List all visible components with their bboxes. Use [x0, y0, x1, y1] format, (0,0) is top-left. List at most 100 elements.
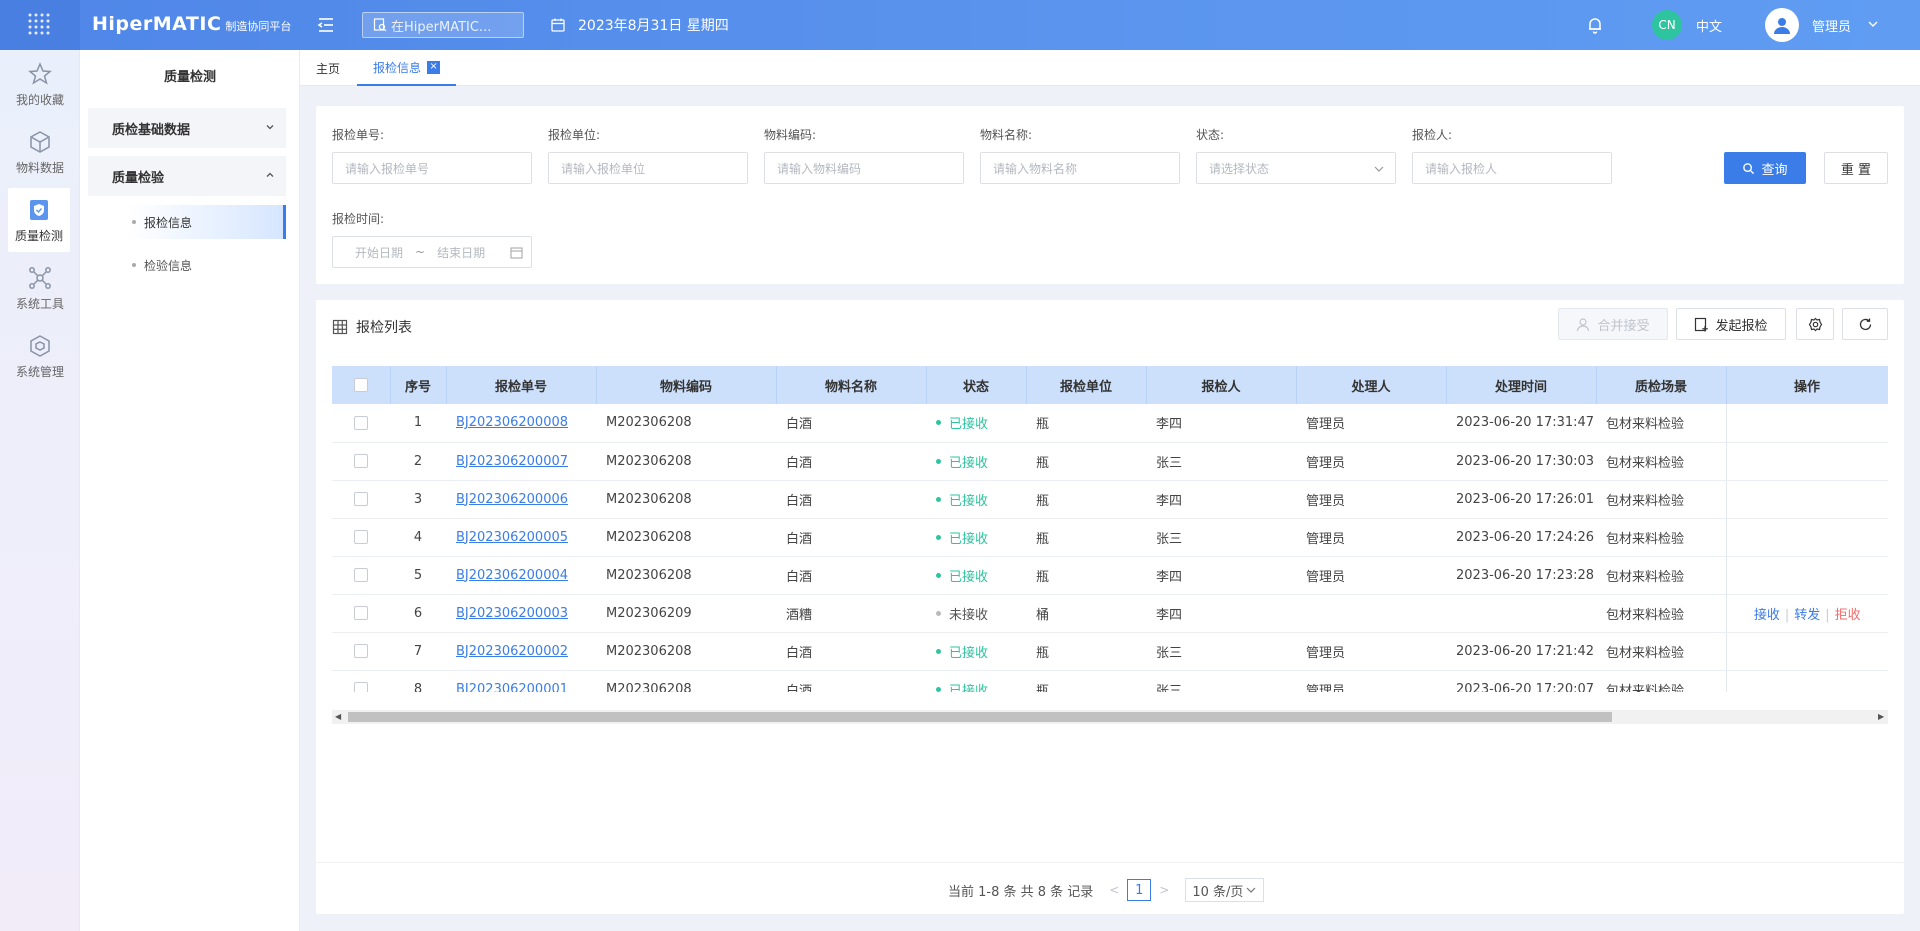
row-checkbox[interactable] — [354, 492, 368, 506]
logo-text: HiperMATIC — [92, 13, 222, 35]
rail-item-system[interactable]: 系统管理 — [0, 324, 80, 388]
table-row[interactable]: 2 BJ202306200007 M202306208 白酒 已接收 瓶张三 管理员 2023… — [332, 442, 1888, 481]
date-range-picker[interactable]: 开始日期 ~ 结束日期 — [332, 236, 532, 268]
panel-title-text: 报检列表 — [356, 320, 412, 336]
table-row[interactable]: 6 BJ202306200003 M202306209 酒糟 未接收桶李四 包材来料检验接… — [332, 594, 1888, 633]
next-page-icon[interactable]: > — [1157, 883, 1171, 897]
row-select-cell[interactable] — [332, 556, 390, 595]
settings-button[interactable] — [1796, 308, 1834, 340]
row-checkbox[interactable] — [354, 415, 368, 430]
scroll-left-icon[interactable]: ◀ — [335, 713, 343, 721]
request-no-link[interactable]: BJ202306200007 — [456, 454, 568, 469]
reset-button[interactable]: 重 置 — [1824, 152, 1888, 184]
reject-link[interactable]: 拒收 — [1835, 608, 1861, 623]
language-badge[interactable]: CN — [1652, 10, 1682, 40]
row-select-cell[interactable] — [332, 442, 390, 481]
global-search-input[interactable]: 在HiperMATIC... — [362, 12, 524, 38]
gear-icon — [1808, 317, 1822, 331]
applicant-input[interactable]: 请输入报检人 — [1412, 152, 1612, 184]
row-select-cell[interactable] — [332, 594, 390, 633]
table-row[interactable]: 1 BJ202306200008 M202306208 白酒 已接收 瓶李四 管理员 2023… — [332, 404, 1888, 443]
cell-handle-time: 2023-06-20 17:20:07 — [1446, 670, 1596, 692]
scroll-right-icon[interactable]: ▶ — [1878, 713, 1886, 721]
refresh-button[interactable] — [1842, 308, 1888, 340]
row-select-cell[interactable] — [332, 518, 390, 557]
status-select[interactable]: 请选择状态 — [1196, 152, 1396, 184]
cell-unit: 桶 — [1026, 594, 1146, 633]
table-row[interactable]: 3 BJ202306200006 M202306208 白酒 已接收 瓶李四 管理员 2023… — [332, 480, 1888, 519]
row-checkbox[interactable] — [354, 682, 368, 692]
page-size-select[interactable]: 10 条/页 — [1185, 878, 1265, 902]
menu-group-label: 质量检验 — [112, 170, 165, 186]
global-search-placeholder: 在HiperMATIC... — [391, 19, 492, 35]
material-name-input[interactable]: 请输入物料名称 — [980, 152, 1180, 184]
date-separator: ~ — [415, 245, 426, 259]
row-checkbox[interactable] — [354, 606, 368, 620]
request-no-link[interactable]: BJ202306200005 — [456, 530, 568, 545]
row-select-cell[interactable] — [332, 632, 390, 671]
language-label[interactable]: 中文 — [1696, 16, 1722, 35]
request-no-link[interactable]: BJ202306200002 — [456, 644, 568, 659]
action-separator: | — [1825, 607, 1830, 623]
tab-home[interactable]: 主页 — [316, 50, 340, 86]
chevron-down-icon — [1374, 166, 1384, 172]
menu-group-quality-inspection[interactable]: 质量检验 — [88, 156, 286, 196]
row-select-cell[interactable] — [332, 670, 390, 692]
select-all-checkbox[interactable] — [353, 378, 368, 392]
row-checkbox[interactable] — [354, 568, 368, 582]
table-row[interactable]: 7 BJ202306200002 M202306208 白酒 已接收 瓶张三 管理员 2023… — [332, 632, 1888, 671]
status-dot — [936, 496, 941, 502]
menu-item-label: 报检信息 — [144, 215, 193, 230]
request-no-link[interactable]: BJ202306200006 — [456, 492, 568, 507]
menu-item-inspection-request[interactable]: 报检信息 — [88, 205, 286, 239]
prev-page-icon[interactable]: < — [1107, 883, 1121, 897]
rail-item-quality[interactable]: 质量检测 — [8, 188, 70, 252]
request-no-link[interactable]: BJ202306200003 — [456, 606, 568, 621]
merge-accept-button[interactable]: 合并接受 — [1558, 308, 1668, 340]
table-row[interactable]: 5 BJ202306200004 M202306208 白酒 已接收 瓶李四 管理员 2023… — [332, 556, 1888, 595]
request-no-input[interactable]: 请输入报检单号 — [332, 152, 532, 184]
page-number-button[interactable]: 1 — [1127, 879, 1152, 901]
request-no-link[interactable]: BJ202306200004 — [456, 568, 568, 583]
notification-bell-icon[interactable] — [1585, 15, 1605, 35]
status-dot — [936, 686, 941, 692]
cell-request-no: BJ202306200005 — [446, 518, 596, 557]
cell-material-name: 白酒 — [776, 670, 926, 692]
app-grid-icon[interactable] — [0, 0, 80, 50]
chevron-down-icon[interactable] — [1866, 17, 1880, 31]
create-request-button[interactable]: 发起报检 — [1676, 308, 1786, 340]
header-select-all[interactable] — [332, 366, 391, 404]
table-row[interactable]: 4 BJ202306200005 M202306208 白酒 已接收 瓶张三 管理员 2023… — [332, 518, 1888, 557]
row-select-cell[interactable] — [332, 404, 390, 443]
scrollbar-thumb[interactable] — [348, 712, 1612, 722]
input-placeholder: 请输入报检人 — [1425, 161, 1498, 176]
row-checkbox[interactable] — [354, 454, 368, 468]
tab-inspection-request[interactable]: 报检信息 × — [357, 50, 457, 86]
unit-input[interactable]: 请输入报检单位 — [548, 152, 748, 184]
menu-item-inspection-info[interactable]: 检验信息 — [88, 248, 286, 282]
cell-scene: 包材来料检验 — [1596, 518, 1726, 557]
rail-item-favorites[interactable]: 我的收藏 — [0, 52, 80, 116]
cell-material-code: M202306208 — [596, 480, 776, 519]
user-avatar[interactable] — [1765, 8, 1799, 42]
cell-material-code: M202306208 — [596, 556, 776, 595]
rail-item-tools[interactable]: 系统工具 — [0, 256, 80, 320]
tab-close-icon[interactable]: × — [427, 60, 441, 74]
material-code-input[interactable]: 请输入物料编码 — [764, 152, 964, 184]
rail-item-material[interactable]: 物料数据 — [0, 120, 80, 184]
menu-toggle-icon[interactable] — [316, 15, 336, 35]
status-dot — [936, 648, 941, 654]
horizontal-scrollbar[interactable]: ◀ ▶ — [332, 710, 1888, 724]
accept-link[interactable]: 接收 — [1754, 608, 1780, 623]
search-button[interactable]: 查询 — [1724, 152, 1806, 184]
request-no-link[interactable]: BJ202306200001 — [456, 682, 568, 693]
table-row[interactable]: 8 BJ202306200001 M202306208 白酒 已接收 瓶张三 管理员 2023… — [332, 670, 1888, 692]
row-checkbox[interactable] — [354, 644, 368, 658]
forward-link[interactable]: 转发 — [1794, 608, 1820, 623]
menu-group-quality-base-data[interactable]: 质检基础数据 — [88, 108, 286, 148]
user-name[interactable]: 管理员 — [1812, 16, 1851, 35]
cell-status: 已接收 — [926, 442, 1026, 481]
row-select-cell[interactable] — [332, 480, 390, 519]
request-no-link[interactable]: BJ202306200008 — [456, 415, 568, 430]
row-checkbox[interactable] — [354, 530, 368, 544]
